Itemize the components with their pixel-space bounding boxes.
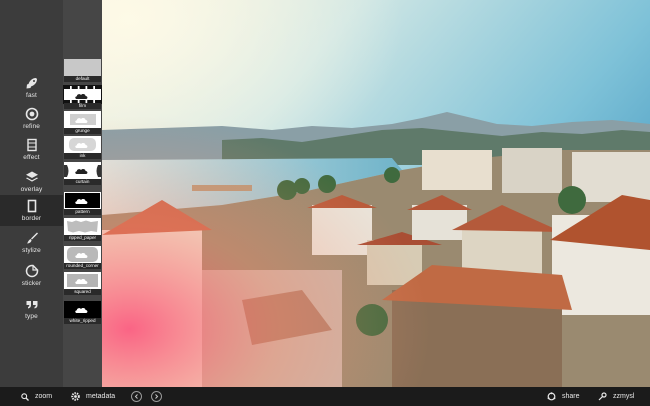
tool-sticker[interactable]: sticker <box>0 260 63 290</box>
tool-border[interactable]: border <box>0 195 63 226</box>
border-thumb-grunge[interactable]: grunge <box>64 111 101 134</box>
tool-label: overlay <box>20 185 43 193</box>
metadata-button[interactable]: metadata <box>71 387 115 406</box>
tool-type[interactable]: type <box>0 293 63 323</box>
film-icon <box>26 138 37 151</box>
thumb-preview <box>64 218 101 235</box>
thumb-preview <box>64 162 101 179</box>
tool-stylize[interactable]: stylize <box>0 227 63 257</box>
border-thumbnail-strip: default film grunge ink curtain pattern … <box>63 0 102 387</box>
cloud-icon <box>70 114 96 125</box>
cloud-icon <box>75 93 88 99</box>
user-name-label: zzmysl <box>613 393 635 400</box>
thumb-label: squared <box>64 289 101 295</box>
metadata-label: metadata <box>86 393 116 400</box>
share-icon <box>547 392 556 401</box>
tool-label: fast <box>26 91 37 99</box>
thumb-preview <box>63 85 102 104</box>
tool-label: stylize <box>22 246 41 254</box>
border-thumb-white-ripped[interactable]: white_ripped <box>64 301 101 324</box>
torn-paper-icon <box>67 220 98 233</box>
zoom-label: zoom <box>35 393 53 400</box>
border-thumb-curtain[interactable]: curtain <box>64 162 101 185</box>
thumb-preview <box>64 272 101 289</box>
bottom-app-bar: zoom metadata share zzmysl <box>0 387 650 406</box>
tool-effect[interactable]: effect <box>0 134 63 164</box>
thumb-preview <box>64 301 101 318</box>
border-thumb-pattern[interactable]: pattern <box>64 192 101 215</box>
share-label: share <box>562 393 580 400</box>
thumb-preview <box>64 59 101 76</box>
sticker-icon <box>25 264 38 277</box>
tool-label: refine <box>23 122 40 130</box>
cloud-icon <box>64 165 101 177</box>
thumb-label: film <box>64 103 101 109</box>
share-button[interactable]: share <box>547 387 580 406</box>
thumb-preview <box>64 136 101 153</box>
quote-icon <box>26 300 37 308</box>
thumb-label: pattern <box>64 209 101 215</box>
cloud-icon <box>69 138 96 151</box>
cloud-icon <box>67 274 98 287</box>
next-button[interactable] <box>151 391 162 402</box>
cloud-icon <box>75 307 88 313</box>
cloud-icon <box>75 198 88 204</box>
chevron-left-icon <box>134 394 138 399</box>
border-thumb-default[interactable]: default <box>64 59 101 82</box>
thumb-preview <box>64 111 101 128</box>
town-harbor-photo <box>102 0 650 387</box>
gear-icon <box>71 392 80 401</box>
photo-canvas[interactable] <box>102 0 650 387</box>
thumb-preview <box>64 192 101 209</box>
thumb-label: default <box>64 76 101 82</box>
tool-overlay[interactable]: overlay <box>0 166 63 196</box>
user-account-button[interactable]: zzmysl <box>598 387 634 406</box>
border-thumb-rounded-corner[interactable]: rounded_corner <box>64 246 101 269</box>
photo-editor-app: fast refine effect overlay border styliz… <box>0 0 650 406</box>
tool-label: border <box>21 215 42 222</box>
border-thumb-ripped-paper[interactable]: ripped_paper <box>64 218 101 241</box>
tool-fast[interactable]: fast <box>0 72 63 102</box>
thumb-label: grunge <box>64 128 101 134</box>
tool-label: type <box>25 312 38 320</box>
rocket-icon <box>26 77 37 88</box>
brush-icon <box>26 232 38 243</box>
thumb-label: ink <box>64 153 101 159</box>
tool-label: sticker <box>21 279 42 287</box>
layers-icon <box>25 171 38 182</box>
tool-refine[interactable]: refine <box>0 103 63 133</box>
previous-button[interactable] <box>131 391 142 402</box>
border-thumb-squared[interactable]: squared <box>64 272 101 295</box>
tool-sidebar: fast refine effect overlay border styliz… <box>0 0 63 387</box>
border-frame-icon <box>27 199 36 213</box>
key-icon <box>598 392 607 401</box>
border-thumb-ink[interactable]: ink <box>64 136 101 159</box>
thumb-label: white_ripped <box>64 318 101 324</box>
search-icon <box>21 392 29 401</box>
thumb-label: rounded_corner <box>64 263 101 269</box>
aperture-icon <box>25 107 38 120</box>
thumb-label: curtain <box>64 179 101 185</box>
thumb-label: ripped_paper <box>64 235 101 241</box>
chevron-right-icon <box>155 394 159 399</box>
zoom-button[interactable]: zoom <box>21 387 52 406</box>
tool-label: effect <box>23 153 40 161</box>
thumb-preview <box>64 246 101 263</box>
cloud-icon <box>67 247 98 262</box>
border-thumb-film[interactable]: film <box>63 85 102 109</box>
